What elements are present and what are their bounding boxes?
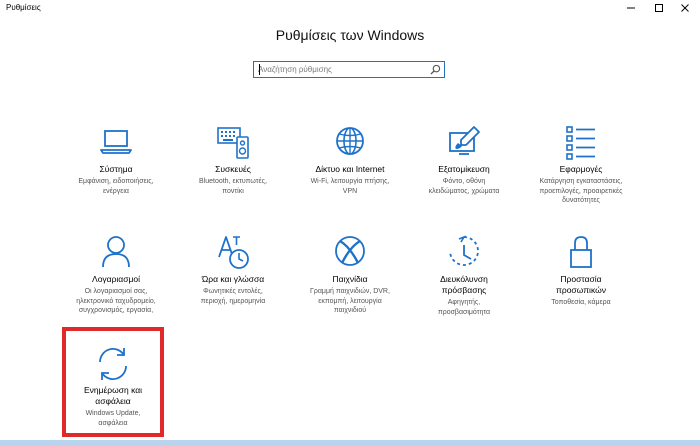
bottom-strip bbox=[0, 440, 700, 446]
tile-description: Bluetooth, εκτυπωτές, ποντίκι bbox=[199, 178, 267, 195]
tile-description: Φωνητικές εντολές, περιοχή, ημερομηνία bbox=[200, 288, 266, 305]
devices-icon bbox=[213, 123, 253, 163]
tile-label: Σύστημα bbox=[99, 164, 133, 174]
tile-devices[interactable]: Συσκευές Bluetooth, εκτυπωτές, ποντίκι bbox=[178, 123, 288, 196]
tile-accounts[interactable]: Λογαριασμοί Οι λογαριασμοί σας, ηλεκτρον… bbox=[61, 233, 171, 316]
xbox-icon bbox=[330, 233, 370, 273]
close-button[interactable] bbox=[670, 0, 700, 16]
page-title: Ρυθμίσεις των Windows bbox=[275, 27, 425, 43]
tile-description: Αφηγητής, προσβασιμότητα bbox=[437, 299, 491, 316]
tile-network[interactable]: Δίκτυο και Internet Wi-Fi, λειτουργία πτ… bbox=[295, 123, 405, 196]
tile-time-language[interactable]: Ώρα και γλώσσα Φωνητικές εντολές, περιοχ… bbox=[178, 233, 288, 306]
maximize-icon bbox=[655, 4, 663, 12]
tile-label: Εξατομίκευση bbox=[438, 164, 490, 174]
text-caret bbox=[259, 64, 260, 75]
minimize-button[interactable] bbox=[616, 0, 646, 16]
tile-description: Οι λογαριασμοί σας, ηλεκτρονικό ταχυδρομ… bbox=[76, 288, 156, 314]
tile-label: Συσκευές bbox=[215, 164, 251, 174]
time-language-icon bbox=[213, 233, 253, 273]
tile-ease-of-access[interactable]: Διευκόλυνση πρόσβασης Αφηγητής, προσβασι… bbox=[409, 233, 519, 317]
tile-privacy[interactable]: Προστασία προσωπικών Τοποθεσία, κάμερα bbox=[526, 233, 636, 308]
minimize-icon bbox=[627, 7, 635, 9]
ease-of-access-icon bbox=[444, 233, 484, 273]
tile-system[interactable]: Σύστημα Εμφάνιση, ειδοποιήσεις, ενέργεια bbox=[61, 123, 171, 196]
globe-icon bbox=[330, 123, 370, 163]
paint-brush-icon bbox=[444, 123, 484, 163]
title-bar: Ρυθμίσεις bbox=[0, 0, 700, 18]
tile-description: Τοποθεσία, κάμερα bbox=[551, 299, 611, 306]
search-input[interactable] bbox=[254, 62, 426, 77]
tile-description: Wi-Fi, λειτουργία πτήσης, VPN bbox=[310, 178, 390, 195]
window-title: Ρυθμίσεις bbox=[6, 3, 41, 12]
person-icon bbox=[96, 233, 136, 273]
tile-personalization[interactable]: Εξατομίκευση Φόντο, οθόνη κλειδώματος, χ… bbox=[409, 123, 519, 196]
lock-icon bbox=[561, 233, 601, 273]
highlight-frame bbox=[62, 327, 164, 437]
tile-label: Προστασία προσωπικών bbox=[556, 274, 606, 295]
apps-list-icon bbox=[561, 123, 601, 163]
tile-label: Διευκόλυνση πρόσβασης bbox=[440, 274, 488, 295]
tile-label: Εφαρμογές bbox=[559, 164, 603, 174]
search-icon[interactable] bbox=[430, 64, 441, 75]
tile-label: Δίκτυο και Internet bbox=[315, 164, 385, 174]
laptop-icon bbox=[96, 123, 136, 163]
tile-label: Λογαριασμοί bbox=[92, 274, 140, 284]
tile-label: Παιχνίδια bbox=[332, 274, 368, 284]
tile-description: Κατάργηση εγκαταστάσεις, προεπιλογές, πρ… bbox=[539, 178, 623, 204]
tile-gaming[interactable]: Παιχνίδια Γραμμή παιχνιδιών, DVR, εκπομπ… bbox=[295, 233, 405, 316]
tile-apps[interactable]: Εφαρμογές Κατάργηση εγκαταστάσεις, προεπ… bbox=[526, 123, 636, 206]
search-box[interactable] bbox=[253, 61, 445, 78]
tile-description: Εμφάνιση, ειδοποιήσεις, ενέργεια bbox=[78, 178, 154, 195]
tile-description: Φόντο, οθόνη κλειδώματος, χρώματα bbox=[428, 178, 500, 195]
close-icon bbox=[681, 4, 689, 12]
tile-description: Γραμμή παιχνιδιών, DVR, εκπομπή, λειτουρ… bbox=[310, 288, 390, 314]
tile-label: Ώρα και γλώσσα bbox=[201, 274, 265, 284]
